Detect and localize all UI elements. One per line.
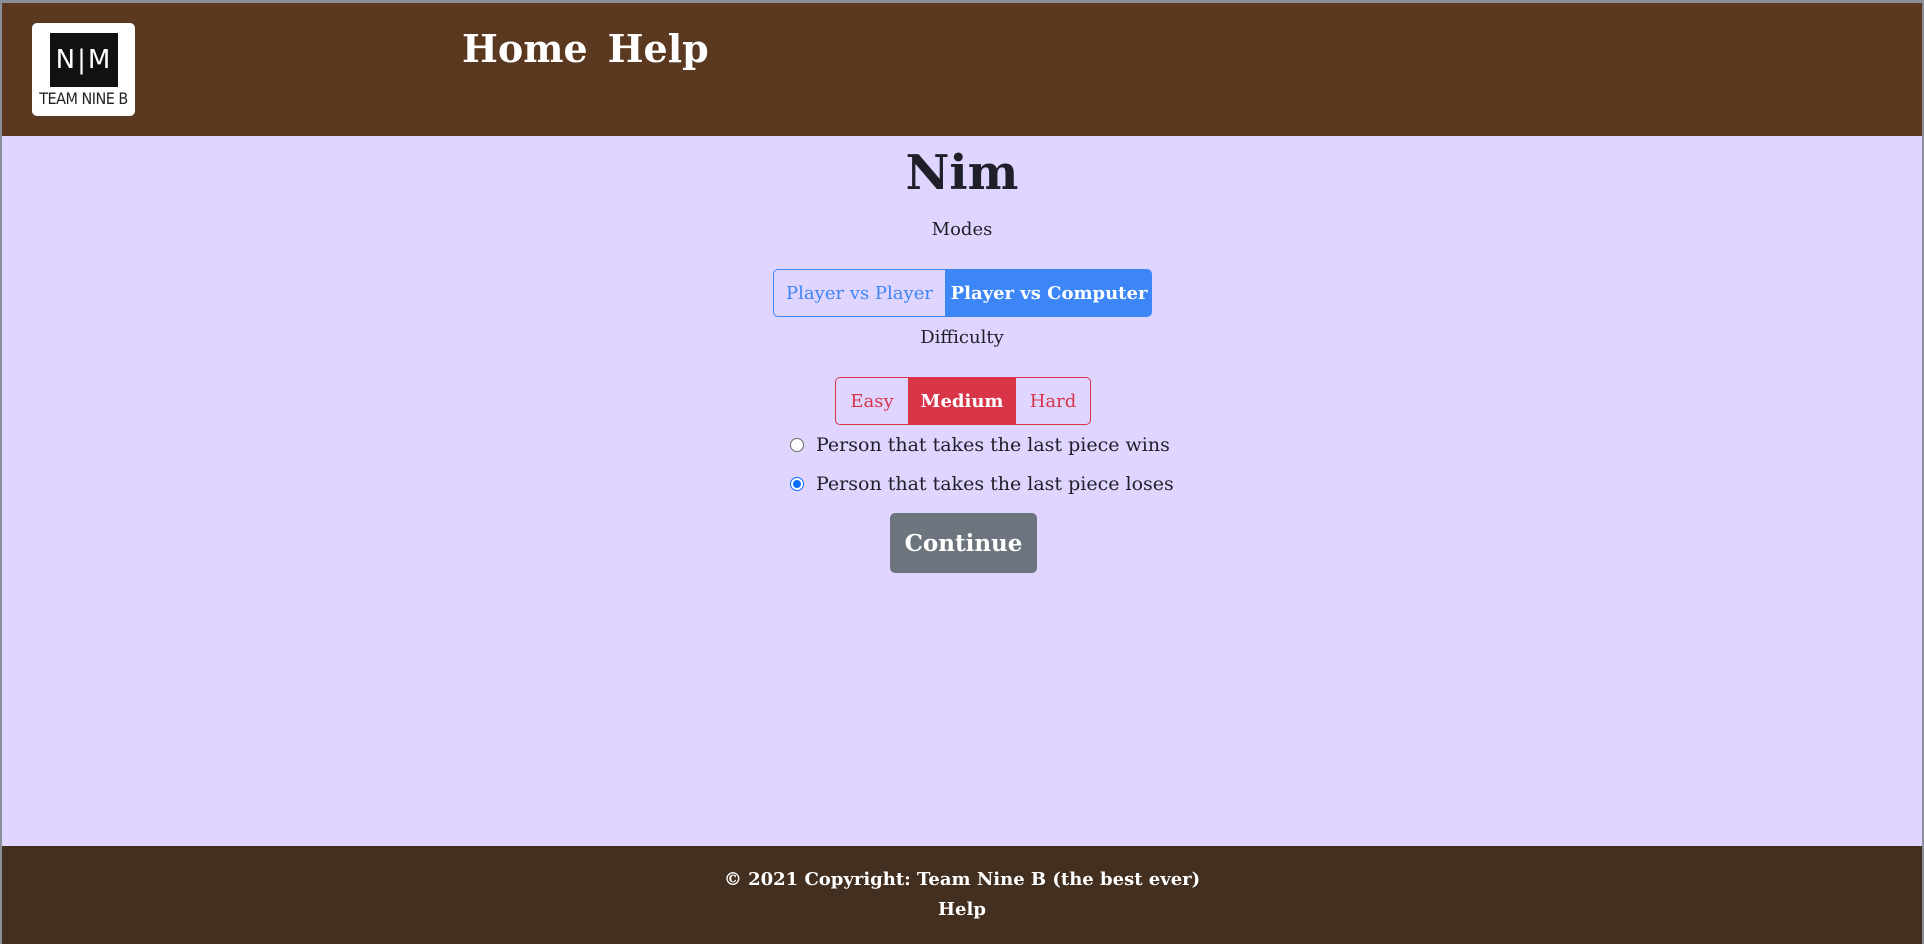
mode-player-vs-computer-button[interactable]: Player vs Computer bbox=[946, 269, 1152, 317]
nav-home-link[interactable]: Home bbox=[462, 23, 588, 75]
footer-help-link[interactable]: Help bbox=[938, 899, 986, 920]
nav-links: Home Help bbox=[462, 23, 709, 75]
mode-button-group: Player vs Player Player vs Computer bbox=[773, 269, 1152, 317]
logo-text: TEAM NINE B bbox=[39, 89, 128, 108]
rule-loses-radio[interactable] bbox=[790, 477, 804, 491]
logo-mark: N|M bbox=[50, 33, 118, 87]
modes-label: Modes bbox=[931, 219, 993, 240]
page-title: Nim bbox=[905, 145, 1019, 201]
rule-last-piece-wins-option[interactable]: Person that takes the last piece wins bbox=[790, 434, 1170, 456]
page: N|M TEAM NINE B Home Help Nim Modes Play… bbox=[2, 3, 1922, 944]
main-content: Nim Modes Player vs Player Player vs Com… bbox=[2, 136, 1922, 846]
nav-help-link[interactable]: Help bbox=[608, 23, 709, 75]
copyright-text: © 2021 Copyright: Team Nine B (the best … bbox=[723, 869, 1201, 890]
navbar: N|M TEAM NINE B Home Help bbox=[2, 3, 1922, 136]
mode-player-vs-player-button[interactable]: Player vs Player bbox=[773, 269, 946, 317]
footer: © 2021 Copyright: Team Nine B (the best … bbox=[2, 846, 1922, 944]
difficulty-easy-button[interactable]: Easy bbox=[835, 377, 909, 425]
difficulty-hard-button[interactable]: Hard bbox=[1015, 377, 1091, 425]
difficulty-label: Difficulty bbox=[920, 327, 1004, 348]
rule-wins-label: Person that takes the last piece wins bbox=[816, 434, 1170, 456]
team-logo[interactable]: N|M TEAM NINE B bbox=[32, 23, 135, 116]
difficulty-medium-button[interactable]: Medium bbox=[909, 377, 1015, 425]
difficulty-button-group: Easy Medium Hard bbox=[835, 377, 1091, 425]
rule-wins-radio[interactable] bbox=[790, 438, 804, 452]
rule-last-piece-loses-option[interactable]: Person that takes the last piece loses bbox=[790, 473, 1174, 495]
footer-help-row: Help bbox=[2, 899, 1922, 920]
continue-button[interactable]: Continue bbox=[890, 513, 1037, 573]
rule-loses-label: Person that takes the last piece loses bbox=[816, 473, 1174, 495]
